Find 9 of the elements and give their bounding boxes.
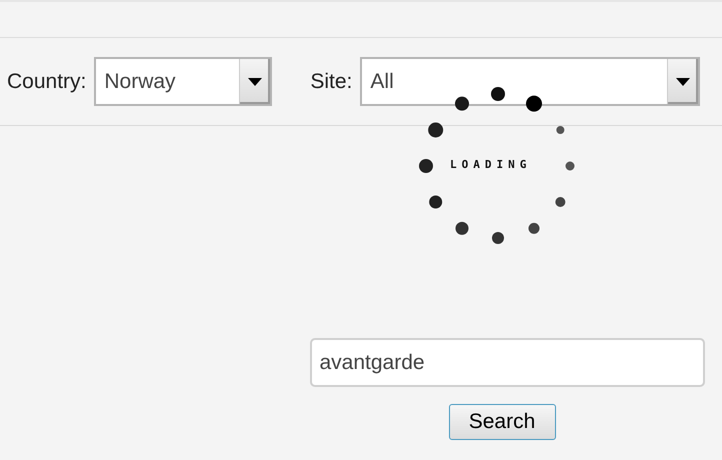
filter-label: Site:: [310, 70, 352, 94]
caret-icon: [239, 59, 270, 104]
search-button[interactable]: Search: [448, 404, 556, 440]
loading-label: LOADING: [450, 158, 532, 171]
filter-label: Country:: [7, 70, 86, 94]
dropdown[interactable]: All: [360, 57, 700, 106]
caret-icon: [667, 59, 698, 104]
search-field[interactable]: avantgarde: [310, 338, 704, 387]
dropdown[interactable]: Norway: [94, 57, 272, 106]
